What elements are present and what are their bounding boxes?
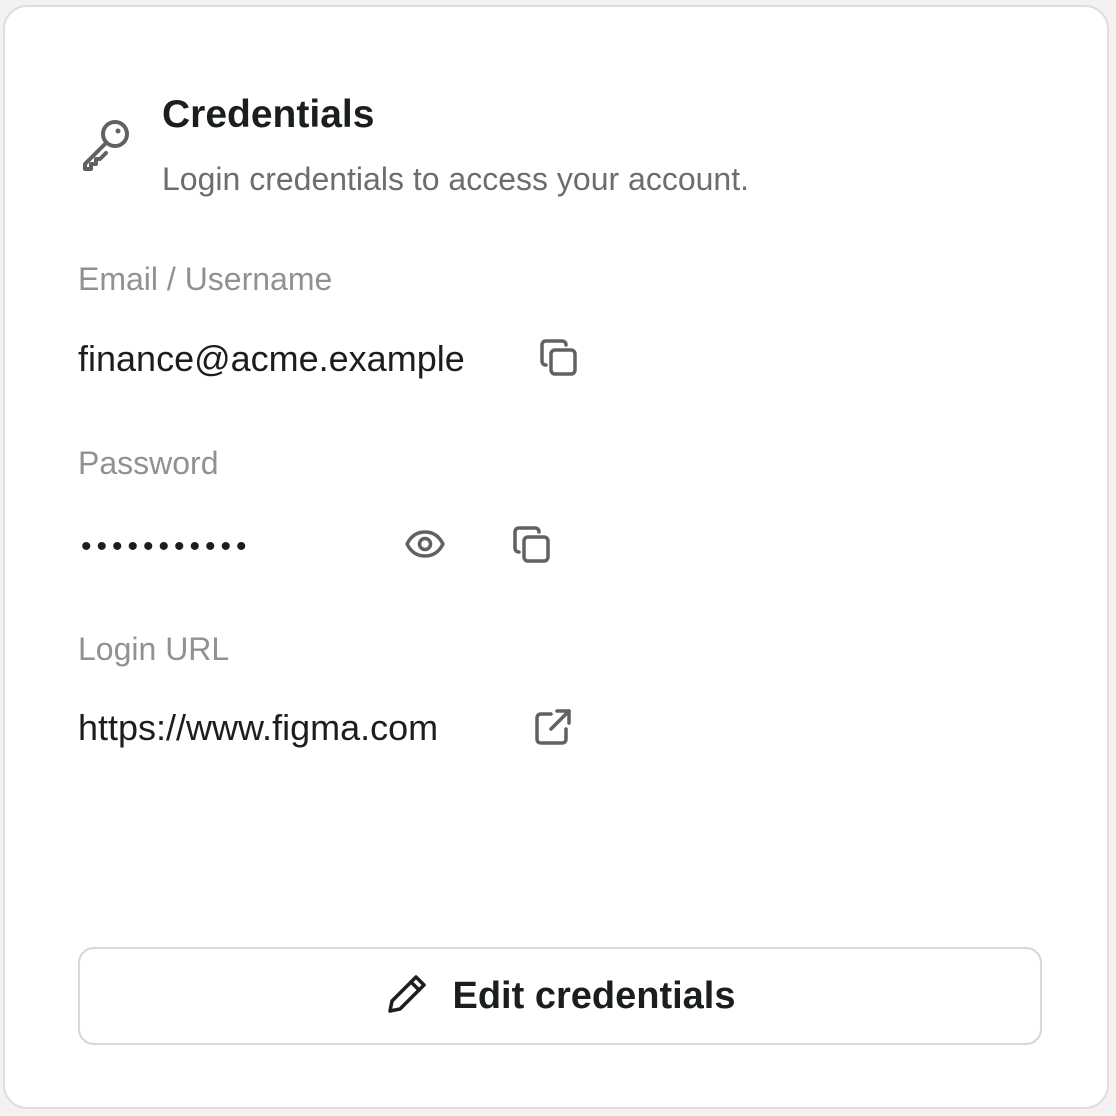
login-url-label: Login URL <box>78 631 230 667</box>
key-icon <box>77 112 137 172</box>
edit-credentials-label: Edit credentials <box>452 974 736 1017</box>
eye-icon <box>403 522 447 566</box>
copy-icon <box>510 523 554 567</box>
email-label: Email / Username <box>78 261 333 297</box>
card-subtitle: Login credentials to access your account… <box>162 161 749 197</box>
login-url-value[interactable]: https://www.figma.com <box>78 704 438 752</box>
password-label: Password <box>78 445 219 481</box>
open-login-url-button[interactable] <box>529 703 577 751</box>
pencil-icon <box>385 972 429 1021</box>
copy-email-button[interactable] <box>535 334 583 382</box>
reveal-password-button[interactable] <box>401 520 449 568</box>
copy-icon <box>537 336 581 380</box>
copy-password-button[interactable] <box>508 521 556 569</box>
external-link-icon <box>531 705 575 749</box>
card-title: Credentials <box>162 93 375 136</box>
credentials-card: Credentials Login credentials to access … <box>3 5 1109 1109</box>
edit-credentials-button[interactable]: Edit credentials <box>78 947 1042 1045</box>
password-masked-value: ••••••••••• <box>81 530 252 563</box>
email-value: finance@acme.example <box>78 338 465 379</box>
